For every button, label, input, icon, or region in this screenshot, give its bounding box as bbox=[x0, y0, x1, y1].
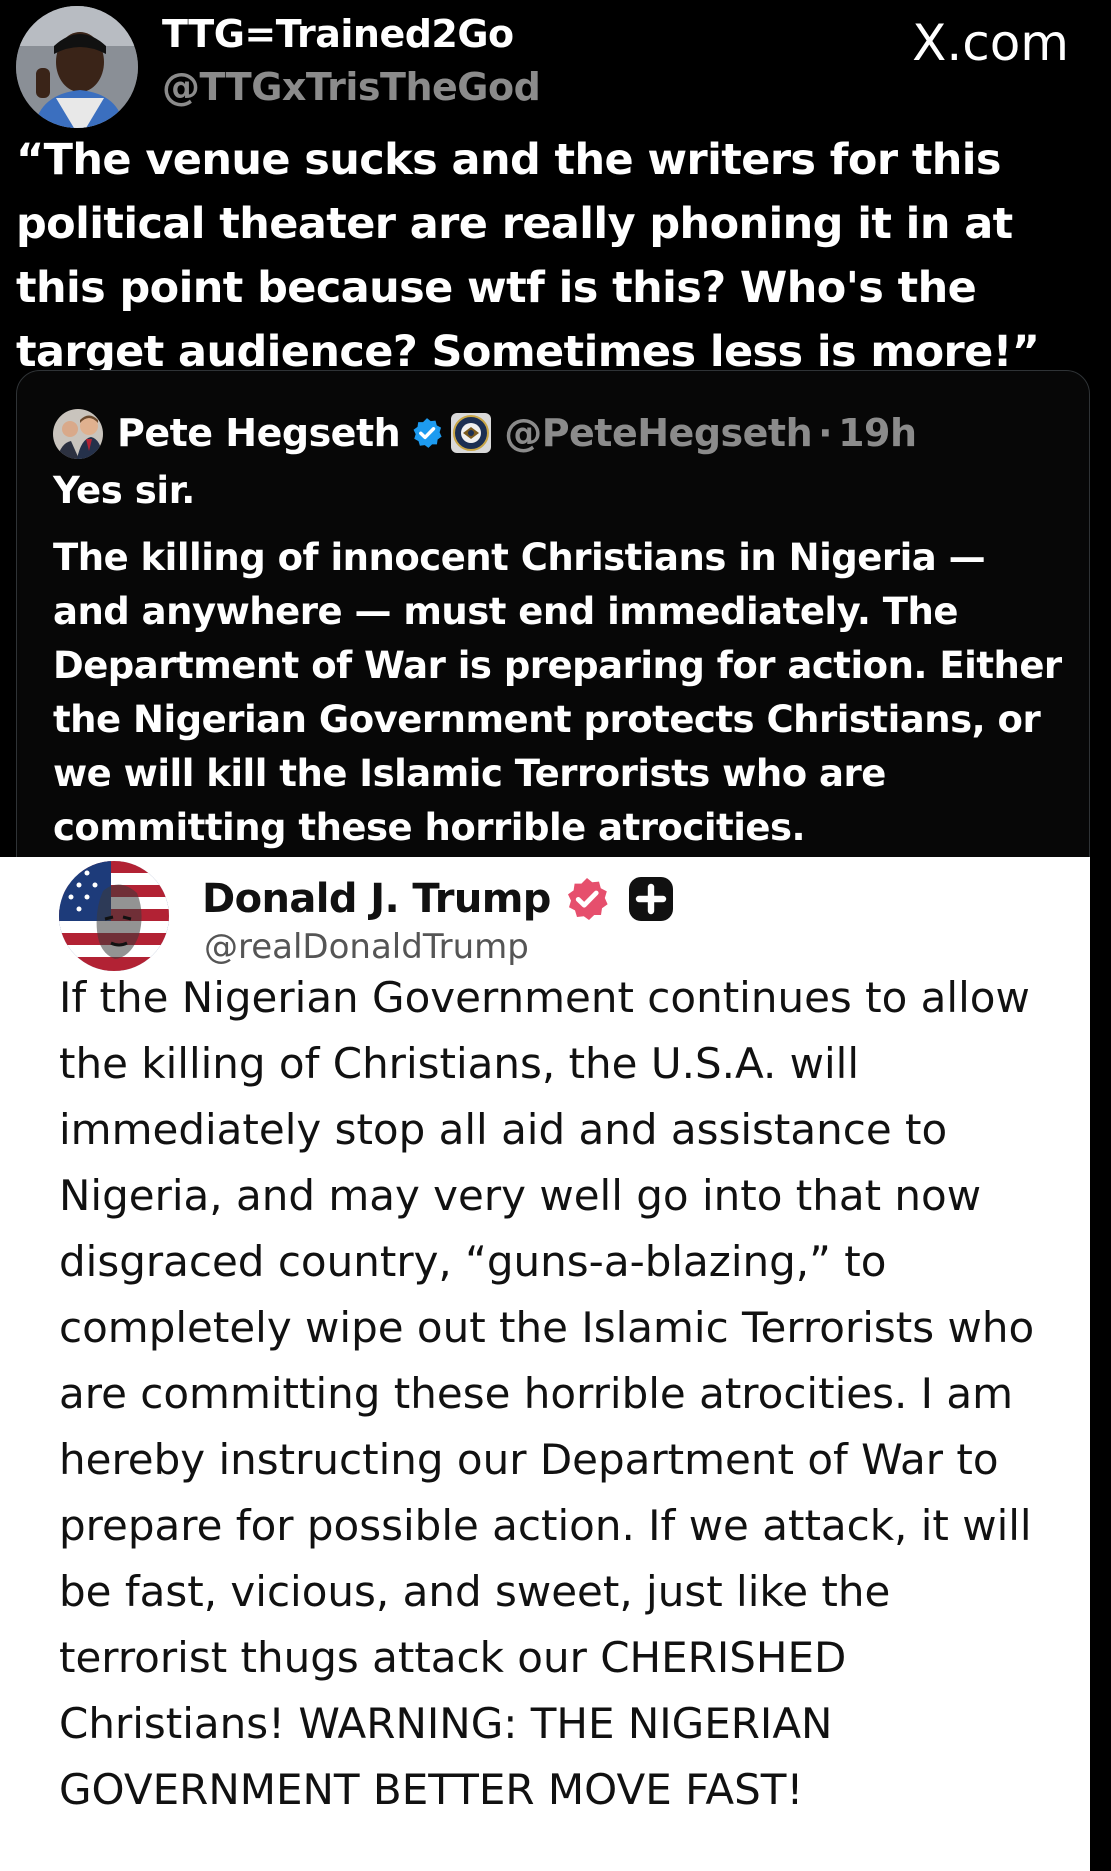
post-header: TTG=Trained2Go @TTGxTrisTheGod X.com bbox=[0, 0, 1111, 130]
truth-author-name[interactable]: Donald J. Trump bbox=[202, 876, 551, 922]
author-avatar[interactable] bbox=[16, 6, 138, 128]
plus-badge-icon bbox=[628, 877, 673, 921]
quoted-post-card[interactable]: Pete Hegseth @PeteHegseth · 19h Yes sir.… bbox=[16, 370, 1090, 892]
flag-portrait-avatar-icon bbox=[59, 861, 169, 971]
department-seal-icon bbox=[451, 413, 492, 453]
quoted-author-avatar[interactable] bbox=[53, 409, 103, 459]
quoted-author-handle[interactable]: @PeteHegseth bbox=[504, 411, 812, 455]
verified-badge-icon bbox=[413, 418, 442, 448]
truth-post-body: If the Nigerian Government continues to … bbox=[59, 973, 1035, 1814]
truth-author-avatar[interactable] bbox=[59, 861, 169, 971]
quoted-post-headline: Pete Hegseth @PeteHegseth · 19h bbox=[117, 405, 917, 461]
quoted-separator: · bbox=[818, 411, 833, 455]
truth-author-handle[interactable]: @realDonaldTrump bbox=[204, 927, 529, 967]
truth-social-post-screenshot: Donald J. Trump @realDonaldTrump If the … bbox=[0, 857, 1090, 1871]
quoted-timestamp[interactable]: 19h bbox=[838, 411, 917, 455]
quoted-avatar-image-icon bbox=[53, 409, 103, 459]
quoted-post-body: The killing of innocent Christians in Ni… bbox=[53, 536, 1062, 849]
verified-badge-icon bbox=[567, 878, 608, 920]
author-name[interactable]: TTG=Trained2Go bbox=[162, 12, 514, 56]
truth-name-row: Donald J. Trump bbox=[202, 867, 675, 931]
quoted-reply-line: Yes sir. bbox=[53, 469, 195, 512]
site-watermark: X.com bbox=[912, 14, 1069, 72]
avatar-image-icon bbox=[16, 6, 138, 128]
post-text: “The venue sucks and the writers for thi… bbox=[16, 135, 1040, 377]
author-handle[interactable]: @TTGxTrisTheGod bbox=[162, 65, 541, 109]
quoted-author-name[interactable]: Pete Hegseth bbox=[117, 411, 401, 455]
